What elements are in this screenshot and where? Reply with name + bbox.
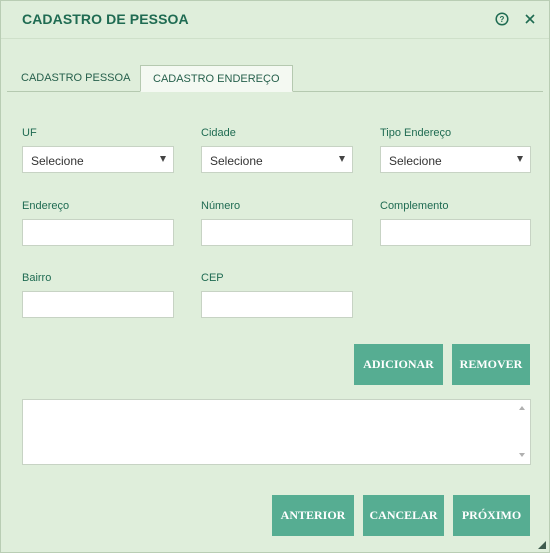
- tipo-endereco-select-value: Selecione: [389, 154, 442, 168]
- tab-cadastro-pessoa[interactable]: CADASTRO PESSOA: [9, 65, 142, 90]
- cidade-select-value: Selecione: [210, 154, 263, 168]
- complemento-input[interactable]: [380, 219, 531, 246]
- address-list[interactable]: [22, 399, 531, 465]
- cep-label: CEP: [201, 272, 224, 284]
- uf-select[interactable]: Selecione: [22, 146, 174, 173]
- anterior-button[interactable]: ANTERIOR: [272, 495, 354, 536]
- cadastro-dialog: CADASTRO DE PESSOA ? CADASTRO PESSOA CAD…: [0, 0, 550, 553]
- cidade-select[interactable]: Selecione: [201, 146, 353, 173]
- bairro-input[interactable]: [22, 291, 174, 318]
- uf-label: UF: [22, 127, 37, 139]
- numero-input[interactable]: [201, 219, 353, 246]
- svg-text:?: ?: [500, 15, 505, 24]
- complemento-label: Complemento: [380, 200, 449, 212]
- tipo-endereco-label: Tipo Endereço: [380, 127, 452, 139]
- chevron-down-icon: [517, 156, 523, 162]
- chevron-down-icon: [339, 156, 345, 162]
- scroll-up-icon[interactable]: [519, 406, 525, 410]
- titlebar-icons: ?: [493, 10, 539, 28]
- cancelar-button[interactable]: CANCELAR: [363, 495, 444, 536]
- cep-input[interactable]: [201, 291, 353, 318]
- scroll-down-icon[interactable]: [519, 453, 525, 457]
- tab-cadastro-endereco[interactable]: CADASTRO ENDEREÇO: [140, 65, 293, 92]
- resize-grip-icon[interactable]: [538, 541, 546, 549]
- tab-bar: CADASTRO PESSOA CADASTRO ENDEREÇO: [7, 65, 543, 92]
- endereco-input[interactable]: [22, 219, 174, 246]
- cidade-label: Cidade: [201, 127, 236, 139]
- uf-select-value: Selecione: [31, 154, 84, 168]
- tipo-endereco-select[interactable]: Selecione: [380, 146, 531, 173]
- numero-label: Número: [201, 200, 241, 212]
- endereco-label: Endereço: [22, 200, 70, 212]
- proximo-button[interactable]: PRÓXIMO: [453, 495, 530, 536]
- adicionar-button[interactable]: ADICIONAR: [354, 344, 443, 385]
- help-icon[interactable]: ?: [493, 10, 511, 28]
- dialog-title: CADASTRO DE PESSOA: [22, 11, 189, 27]
- chevron-down-icon: [160, 156, 166, 162]
- close-icon[interactable]: [521, 10, 539, 28]
- remover-button[interactable]: REMOVER: [452, 344, 530, 385]
- dialog-titlebar: CADASTRO DE PESSOA ?: [1, 1, 549, 39]
- bairro-label: Bairro: [22, 272, 52, 284]
